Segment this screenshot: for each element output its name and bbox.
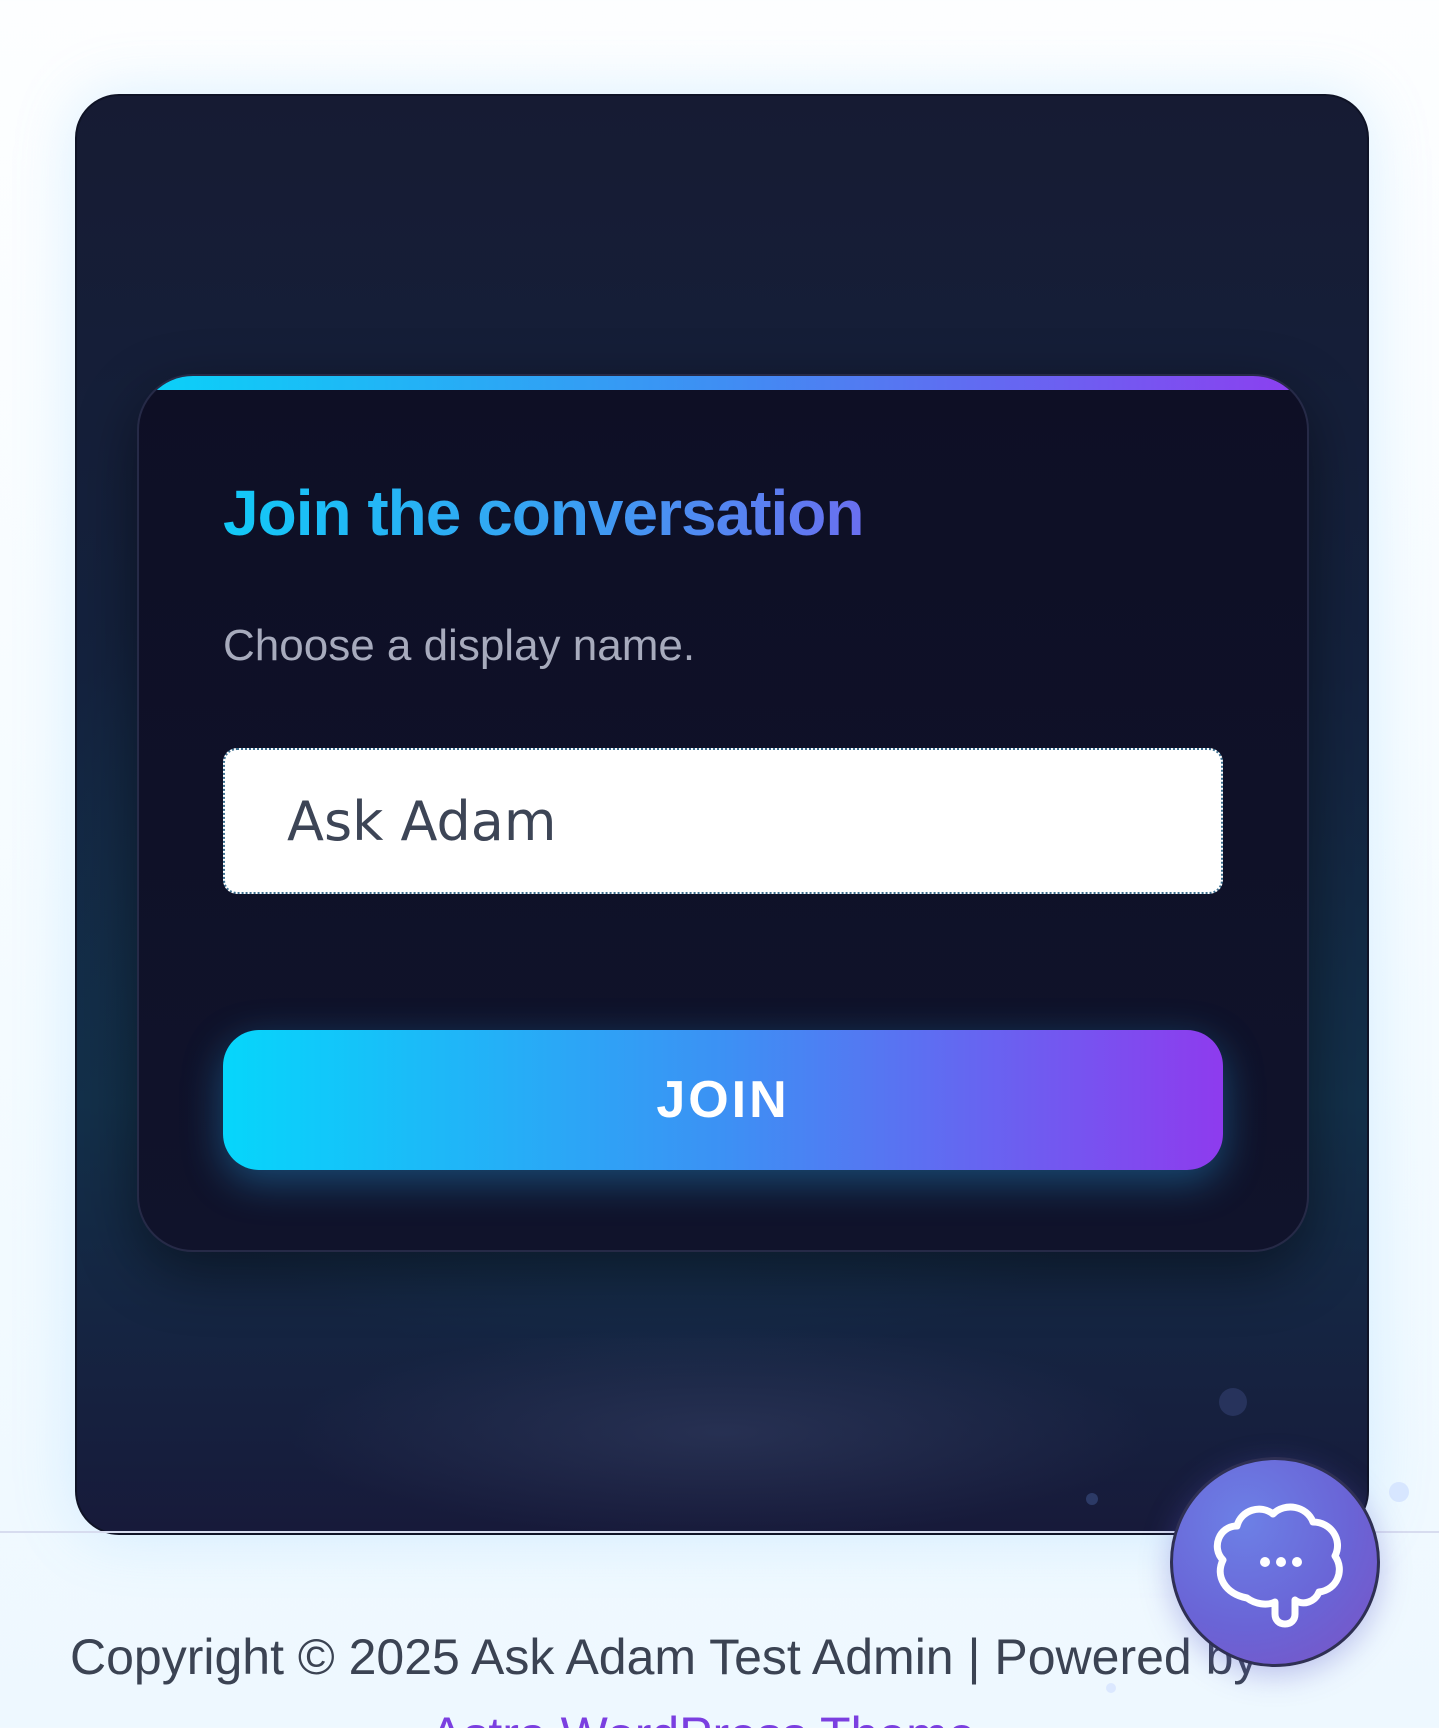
join-button[interactable]: JOIN [223, 1030, 1223, 1170]
form-subtitle: Choose a display name. [223, 621, 696, 670]
brain-chat-icon [1213, 1503, 1343, 1628]
footer-theme-link[interactable]: Astra WordPress Theme [430, 1706, 976, 1728]
join-form-card: Join the conversation Choose a display n… [137, 374, 1309, 1252]
chat-launcher-button[interactable] [1170, 1457, 1380, 1667]
decorative-dot [1106, 1683, 1116, 1693]
decorative-dot [1389, 1482, 1409, 1502]
decorative-dot [1219, 1388, 1247, 1416]
decorative-dot [1086, 1493, 1098, 1505]
join-panel: Join the conversation Choose a display n… [75, 94, 1369, 1535]
display-name-input[interactable] [225, 750, 1221, 892]
footer-copyright: Copyright © 2025 Ask Adam Test Admin | P… [70, 1629, 1259, 1685]
form-title: Join the conversation [223, 477, 864, 549]
gradient-accent-bar [139, 376, 1307, 390]
display-name-field [223, 748, 1223, 894]
